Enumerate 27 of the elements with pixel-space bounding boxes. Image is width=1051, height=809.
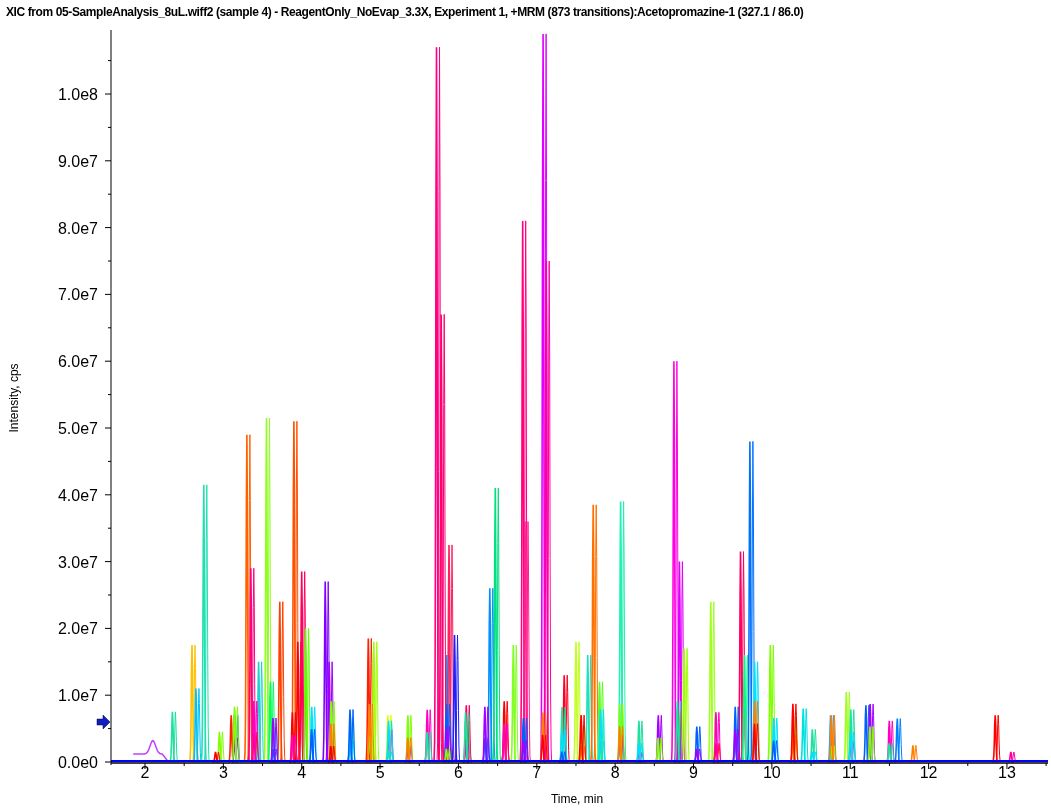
x-tick-label: 7: [532, 764, 542, 781]
x-tick-label: 13: [998, 764, 1016, 781]
x-tick-label: 12: [919, 764, 938, 781]
y-tick-label: 1.0e8: [57, 86, 98, 103]
x-axis-label: Time, min: [550, 792, 604, 806]
y-tick-label: 2.0e7: [57, 620, 98, 638]
x-tick-label: 9: [689, 764, 698, 781]
y-tick-label: 0.0e0: [57, 754, 98, 771]
y-tick-label: 8.0e7: [57, 219, 98, 237]
y-axis-label: Intensity, cps: [7, 363, 21, 433]
y-tick-label: 9.0e7: [57, 152, 98, 170]
x-tick-label: 8: [610, 764, 620, 781]
window-title: XIC from 05-SampleAnalysis_8uL.wiff2 (sample 4) - ReagentOnly_NoEvap_3.3X, Experiment 1, +MRM (873 transitions):Acetopromazine-1 (327.1 / 86.0): [5, 4, 805, 21]
x-tick-label: 6: [454, 764, 463, 781]
x-tick-label: 3: [218, 764, 228, 781]
x-tick-label: 4: [297, 764, 307, 781]
y-tick-label: 6.0e7: [57, 353, 98, 371]
x-tick-label: 2: [140, 764, 150, 781]
y-tick-label: 7.0e7: [57, 286, 98, 304]
x-tick-label: 5: [375, 764, 385, 781]
y-tick-label: 5.0e7: [57, 420, 98, 437]
x-tick-label: 11: [841, 764, 859, 781]
y-tick-label: 1.0e7: [57, 687, 98, 705]
arrow-marker-icon[interactable]: [96, 714, 111, 730]
y-tick-label: 3.0e7: [57, 553, 98, 571]
x-tick-label: 10: [763, 764, 781, 781]
y-tick-label: 4.0e7: [57, 486, 98, 504]
